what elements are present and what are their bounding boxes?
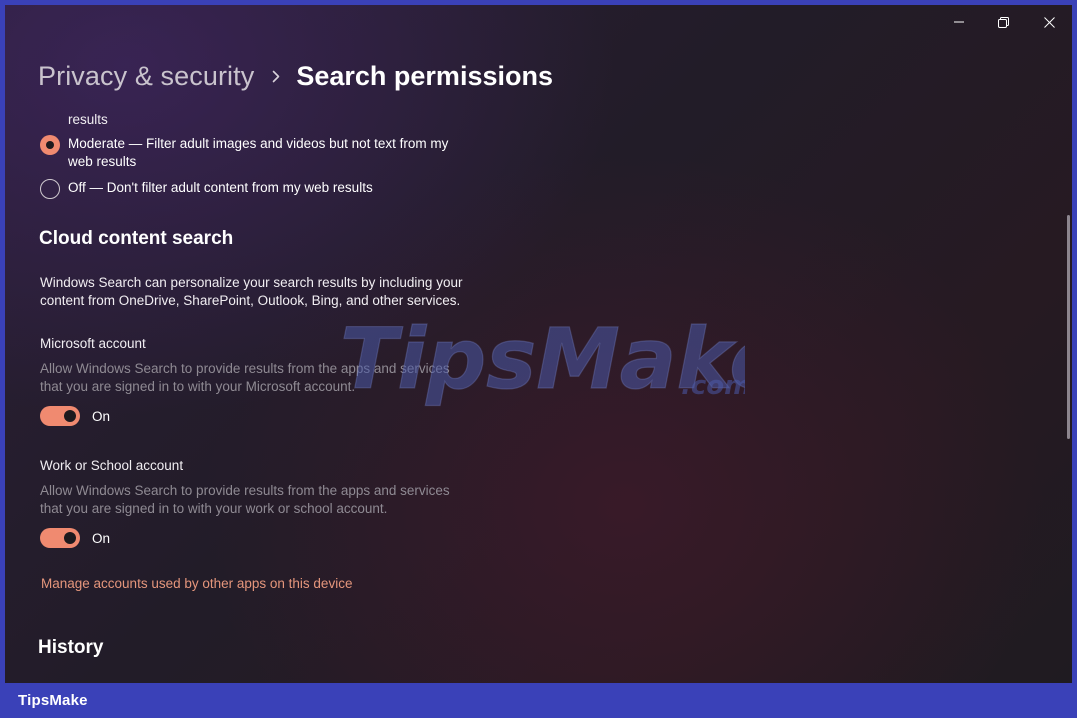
manage-accounts-link[interactable]: Manage accounts used by other apps on th… <box>41 576 352 591</box>
radio-label-moderate: Moderate — Filter adult images and video… <box>68 136 449 169</box>
microsoft-account-description: Allow Windows Search to provide results … <box>40 361 450 394</box>
settings-window: Privacy & security Search permissions re… <box>5 5 1072 683</box>
microsoft-account-toggle[interactable] <box>40 406 80 426</box>
vertical-scrollbar-thumb[interactable] <box>1067 215 1070 439</box>
work-account-toggle[interactable] <box>40 528 80 548</box>
safesearch-option-off[interactable]: Off — Don't filter adult content from my… <box>40 179 373 199</box>
minimize-icon <box>954 21 964 23</box>
footer-brand: TipsMake <box>18 692 88 709</box>
restore-icon <box>997 16 1009 28</box>
restore-button[interactable] <box>992 13 1014 31</box>
microsoft-account-toggle-label: On <box>92 409 111 424</box>
close-button[interactable] <box>1038 13 1060 31</box>
section-title-cloud-content-search: Cloud content search <box>39 228 234 249</box>
microsoft-account-title: Microsoft account <box>40 336 146 351</box>
svg-text:.com: .com <box>681 371 745 401</box>
breadcrumb: Privacy & security Search permissions <box>38 61 553 92</box>
close-icon <box>1043 16 1055 28</box>
work-account-description: Allow Windows Search to provide results … <box>40 483 450 516</box>
footer-bar: TipsMake <box>0 683 1077 718</box>
radio-button-unchecked[interactable] <box>40 179 60 199</box>
radio-label-off: Off — Don't filter adult content from my… <box>68 180 373 195</box>
chevron-right-icon <box>272 70 280 83</box>
page-title: Search permissions <box>296 61 553 91</box>
cloud-description: Windows Search can personalize your sear… <box>40 275 463 308</box>
work-account-title: Work or School account <box>40 458 184 473</box>
safesearch-strict-tail: results <box>68 112 108 127</box>
minimize-button[interactable] <box>948 13 970 31</box>
safesearch-option-moderate[interactable]: Moderate — Filter adult images and video… <box>40 135 448 171</box>
section-title-history: History <box>38 637 104 658</box>
radio-button-checked[interactable] <box>40 135 60 155</box>
breadcrumb-parent-link[interactable]: Privacy & security <box>38 61 254 92</box>
work-account-toggle-label: On <box>92 531 111 546</box>
